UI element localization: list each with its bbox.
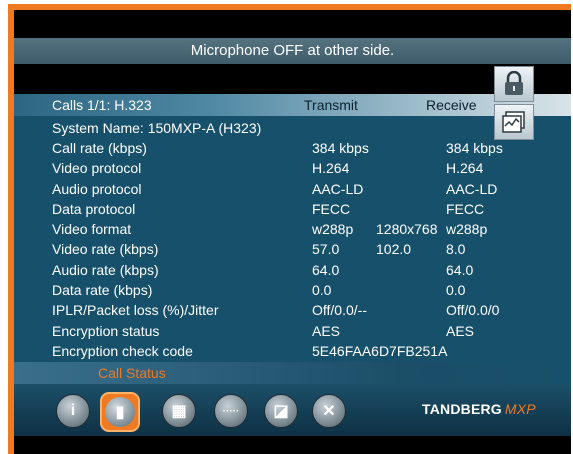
row-label: Encryption check code [52, 342, 193, 359]
picture-glyph: ◪ [273, 403, 289, 420]
row-label: Data rate (kbps) [52, 282, 153, 299]
film-icon[interactable]: ▦ [162, 394, 196, 428]
transmit-value: AES [312, 322, 341, 339]
dots-icon[interactable]: ····· [214, 394, 248, 428]
transmit-value: 57.0 [312, 241, 340, 258]
transmit-secondary-value: 102.0 [376, 241, 412, 258]
receive-header: Receive [426, 97, 477, 113]
row-label: IPLR/Packet loss (%)/Jitter [52, 302, 219, 319]
row-label: Audio protocol [52, 180, 142, 197]
table-row: Audio protocol AAC-LD AAC-LD [14, 179, 571, 199]
table-row: Audio rate (kbps) 64.0 64.0 [14, 260, 571, 280]
transmit-value: w288p [312, 221, 354, 238]
dots-glyph: ····· [222, 405, 240, 417]
table-row: Encryption check code 5E46FAA6D7FB251A [14, 341, 571, 361]
receive-value: H.264 [446, 160, 484, 177]
lock-svg [505, 71, 523, 95]
tandberg-logo: TANDBERG MXP [422, 401, 536, 417]
window-frame: Microphone OFF at other side. Calls 1/1:… [0, 0, 573, 454]
transmit-value: FECC [312, 200, 351, 217]
receive-value: 64.0 [446, 261, 474, 278]
row-label: Call rate (kbps) [52, 140, 147, 156]
transmit-value: H.264 [312, 160, 350, 177]
transmit-value: 384 kbps [312, 140, 369, 156]
receive-value: AES [446, 322, 475, 339]
transmit-header: Transmit [304, 97, 358, 113]
receive-value: w288p [446, 221, 488, 238]
close-icon[interactable]: ✕ [312, 394, 346, 428]
table-row: Video format w288p 1280x768 w288p [14, 219, 571, 239]
table-row: Data protocol FECC FECC [14, 199, 571, 219]
receive-value: Off/0.0/0 [446, 302, 500, 319]
row-label: Encryption status [52, 322, 160, 339]
row-label: Video protocol [52, 160, 142, 177]
brand-model: MXP [504, 401, 536, 417]
call-status-icon[interactable]: ▮ [100, 392, 140, 432]
call-status-panel: Calls 1/1: H.323 Transmit Receive System… [14, 94, 571, 392]
transmit-value: AAC-LD [312, 180, 364, 197]
table-header: Calls 1/1: H.323 Transmit Receive [14, 94, 571, 116]
call-status-icon-inner: ▮ [105, 397, 135, 427]
transmit-value: 64.0 [312, 261, 340, 278]
receive-value: 0.0 [446, 282, 466, 299]
video-screen: Microphone OFF at other side. Calls 1/1:… [14, 10, 571, 454]
transmit-value: 5E46FAA6D7FB251A [312, 342, 448, 359]
row-label: Video rate (kbps) [52, 241, 159, 258]
graph-svg [502, 111, 525, 133]
info-icon[interactable]: i [56, 394, 90, 428]
transmit-value: Off/0.0/-- [312, 302, 367, 319]
call-status-glyph: ▮ [115, 404, 125, 421]
film-glyph: ▦ [171, 403, 187, 420]
transmit-value: 0.0 [312, 282, 332, 299]
system-name: System Name: 150MXP-A (H323) [52, 120, 262, 136]
microphone-off-banner: Microphone OFF at other side. [14, 38, 571, 64]
lock-icon[interactable] [494, 66, 534, 102]
receive-value: FECC [446, 200, 485, 217]
receive-value: 8.0 [446, 241, 466, 258]
table-row: Video rate (kbps) 57.0 102.0 8.0 [14, 239, 571, 259]
receive-value: 384 kbps [446, 140, 503, 156]
picture-icon[interactable]: ◪ [264, 394, 298, 428]
table-row: IPLR/Packet loss (%)/Jitter Off/0.0/-- Off… [14, 300, 571, 320]
row-label: Data protocol [52, 200, 136, 217]
status-label: Call Status [98, 365, 166, 381]
close-glyph: ✕ [322, 403, 336, 420]
calls-label: Calls 1/1: H.323 [52, 97, 152, 113]
row-label: Video format [52, 221, 132, 238]
info-glyph: i [70, 402, 76, 419]
table-row: Call rate (kbps) 384 kbps 384 kbps [14, 138, 571, 158]
status-bar: Call Status [14, 362, 571, 384]
status-rows: Call rate (kbps) 384 kbps 384 kbps Video pr… [14, 138, 571, 361]
table-row: Data rate (kbps) 0.0 0.0 [14, 280, 571, 300]
table-row: Encryption status AES AES [14, 321, 571, 341]
transmit-secondary-value: 1280x768 [376, 221, 438, 238]
graph-icon[interactable] [494, 104, 534, 140]
brand-name: TANDBERG [422, 401, 502, 417]
table-row: Video protocol H.264 H.264 [14, 158, 571, 178]
row-label: Audio rate (kbps) [52, 261, 159, 278]
receive-value: AAC-LD [446, 180, 498, 197]
